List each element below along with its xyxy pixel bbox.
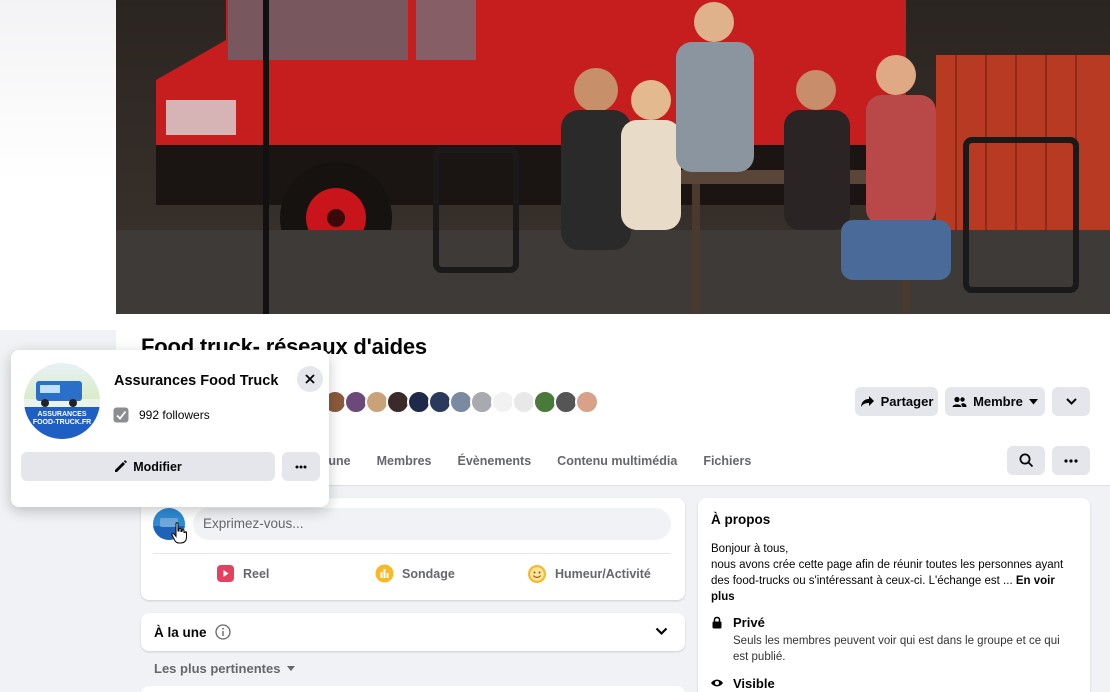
about-greeting: Bonjour à tous, <box>711 543 789 555</box>
tab-members[interactable]: Membres <box>377 454 432 468</box>
reel-button[interactable]: Reel <box>216 564 269 583</box>
page-logo[interactable]: ASSURANCES FOOD-TRUCK.FR <box>24 363 100 439</box>
tab-files[interactable]: Fichiers <box>703 454 751 468</box>
cover-photo-illustration <box>116 0 1110 314</box>
edit-button[interactable]: Modifier <box>21 452 275 481</box>
share-icon <box>860 396 874 407</box>
composer-card: Exprimez-vous... Reel Sondage Humeur/Act… <box>141 498 685 600</box>
search-icon <box>1019 453 1033 468</box>
next-post-card-edge <box>141 686 685 692</box>
poll-icon <box>375 564 394 583</box>
reel-label: Reel <box>243 566 270 581</box>
share-label: Partager <box>880 394 934 409</box>
feed-title: À la une <box>154 624 207 640</box>
ellipsis-icon <box>1064 458 1078 463</box>
privacy-description: Seuls les membres peuvent voir qui est d… <box>733 635 1060 663</box>
member-label: Membre <box>973 394 1023 409</box>
feeling-label: Humeur/Activité <box>555 567 651 581</box>
about-card: À propos Bonjour à tous, nous avons crée… <box>698 498 1090 692</box>
reel-icon <box>217 565 234 582</box>
ellipsis-icon <box>295 465 307 468</box>
eye-icon <box>711 679 723 687</box>
lock-icon <box>712 616 722 629</box>
member-button[interactable]: Membre <box>945 387 1045 416</box>
hand-cursor-icon <box>171 522 187 544</box>
tab-events[interactable]: Évènements <box>458 454 532 468</box>
logo-text-line1: ASSURANCES <box>37 411 87 418</box>
member-avatars[interactable] <box>323 390 599 414</box>
page-name[interactable]: Assurances Food Truck <box>114 373 278 389</box>
group-cover-photo[interactable] <box>116 0 1110 314</box>
caret-down-icon <box>287 666 296 671</box>
poll-label: Sondage <box>402 566 455 581</box>
close-button[interactable] <box>297 366 323 392</box>
composer-input[interactable]: Exprimez-vous... <box>193 508 671 540</box>
logo-text-line2: FOOD-TRUCK.FR <box>32 419 92 426</box>
pencil-icon <box>115 460 127 472</box>
members-icon <box>952 396 967 407</box>
sort-label: Les plus pertinentes <box>154 661 281 676</box>
feed-header-card: À la une <box>141 613 685 651</box>
group-tabs: À la une Membres Évènements Contenu mult… <box>302 454 751 468</box>
about-text: Bonjour à tous, nous avons crée cette pa… <box>711 541 1079 605</box>
feeling-button[interactable]: Humeur/Activité <box>527 564 651 584</box>
caret-down-icon <box>1028 398 1038 404</box>
privacy-title: Privé <box>733 615 765 630</box>
poll-button[interactable]: Sondage <box>375 564 455 583</box>
page-left-margin <box>0 0 116 330</box>
smiley-icon <box>528 565 546 583</box>
member-avatar[interactable] <box>575 390 599 414</box>
tab-media[interactable]: Contenu multimédia <box>557 454 677 468</box>
followers-icon <box>113 407 129 423</box>
page-hover-card: ASSURANCES FOOD-TRUCK.FR Assurances Food… <box>11 350 329 507</box>
share-button[interactable]: Partager <box>855 387 938 416</box>
edit-label: Modifier <box>133 459 182 474</box>
info-icon[interactable] <box>214 624 231 640</box>
popup-more-button[interactable] <box>282 452 320 481</box>
chevron-down-icon <box>1065 398 1077 405</box>
follower-count: 992 followers <box>139 408 210 422</box>
search-button[interactable] <box>1007 446 1045 475</box>
about-title: À propos <box>711 512 771 527</box>
sort-dropdown[interactable]: Les plus pertinentes <box>154 661 296 676</box>
composer-divider <box>153 553 671 554</box>
feed-title-row: À la une <box>154 624 231 640</box>
chevron-down-icon[interactable] <box>655 627 668 636</box>
close-icon <box>305 374 315 384</box>
more-options-button[interactable] <box>1052 387 1090 416</box>
visibility-title: Visible <box>733 676 775 691</box>
header-more-button[interactable] <box>1052 446 1090 475</box>
page-logo-text: ASSURANCES FOOD-TRUCK.FR <box>24 407 100 439</box>
about-description: nous avons crée cette page afin de réuni… <box>711 559 1064 587</box>
